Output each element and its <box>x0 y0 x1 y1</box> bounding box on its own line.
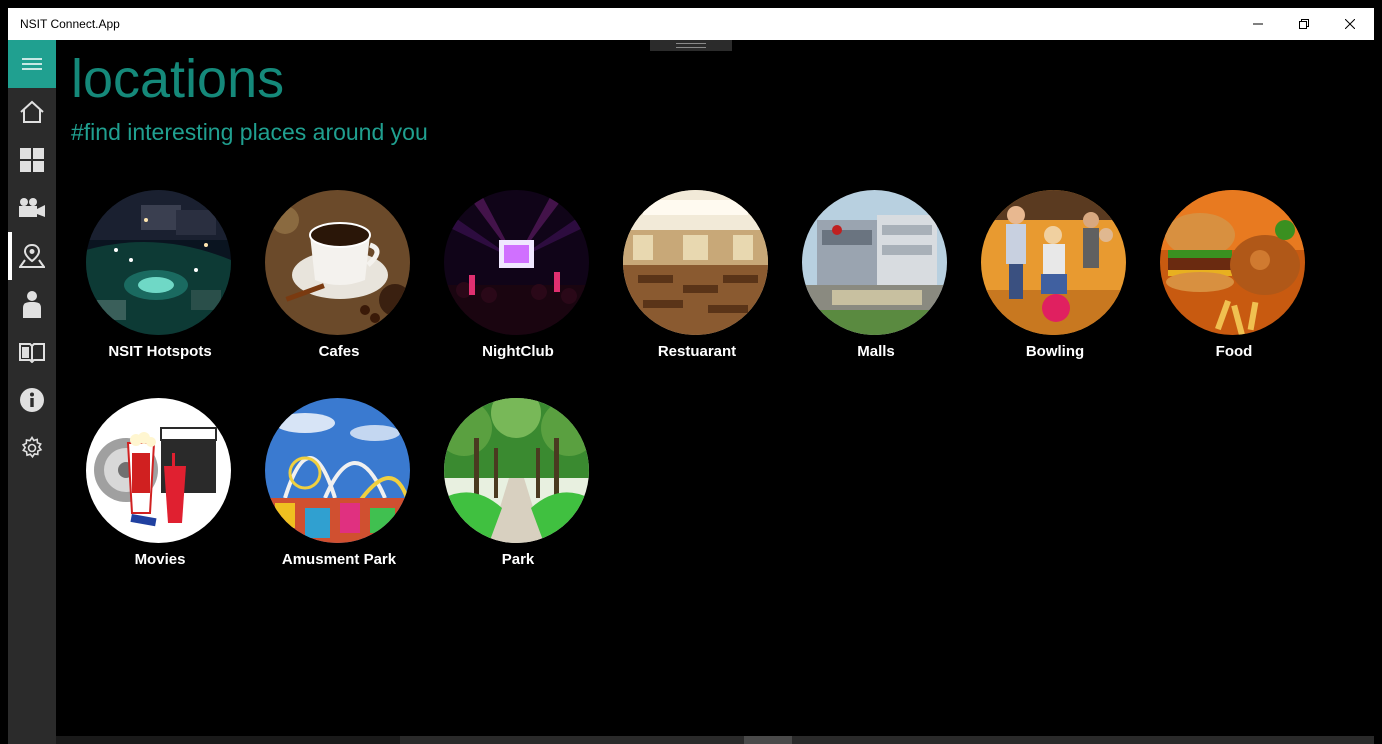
food-image <box>1160 190 1305 335</box>
person-icon <box>23 291 41 318</box>
location-label: NSIT Hotspots <box>108 343 212 360</box>
location-tile-nsit-hotspots[interactable]: NSIT Hotspots <box>80 190 240 390</box>
book-icon <box>19 343 45 363</box>
scrollbar-track[interactable] <box>400 736 1374 744</box>
location-label: Food <box>1215 343 1253 360</box>
hamburger-menu-button[interactable] <box>8 40 56 88</box>
sidebar-item-home[interactable] <box>8 88 56 136</box>
location-label: Malls <box>857 343 895 360</box>
gear-icon <box>21 436 43 459</box>
minimize-button[interactable] <box>1235 8 1281 40</box>
close-icon <box>1345 19 1355 29</box>
sidebar-item-about[interactable] <box>8 376 56 424</box>
bowling-image <box>981 190 1126 335</box>
amusement-park-image <box>265 398 410 543</box>
video-camera-icon <box>19 198 45 217</box>
malls-image <box>802 190 947 335</box>
scrollbar-thumb[interactable] <box>744 736 792 744</box>
location-tile-bowling[interactable]: Bowling <box>975 190 1135 390</box>
page-subtitle: #find interesting places around you <box>71 119 428 145</box>
info-icon <box>20 388 44 412</box>
sidebar-item-videos[interactable] <box>8 184 56 232</box>
sidebar-item-settings[interactable] <box>8 424 56 472</box>
sidebar-item-dashboard[interactable] <box>8 136 56 184</box>
location-label: Cafes <box>318 343 360 360</box>
location-tile-nightclub[interactable]: NightClub <box>438 190 598 390</box>
grid-icon <box>20 148 44 172</box>
sidebar-item-library[interactable] <box>8 328 56 376</box>
sidebar-item-profile[interactable] <box>8 280 56 328</box>
location-tile-food[interactable]: Food <box>1154 190 1314 390</box>
minimize-icon <box>1253 23 1263 25</box>
location-tile-park[interactable]: Park <box>438 398 598 598</box>
home-icon <box>20 100 44 123</box>
location-tile-amusement-park[interactable]: Amusment Park <box>259 398 419 598</box>
sidebar-item-locations[interactable] <box>8 232 56 280</box>
park-image <box>444 398 589 543</box>
hamburger-icon <box>22 58 42 70</box>
location-tile-movies[interactable]: Movies <box>80 398 240 598</box>
map-pin-icon <box>19 243 45 268</box>
location-label: NightClub <box>482 343 554 360</box>
location-tile-restaurant[interactable]: Restuarant <box>617 190 777 390</box>
location-tile-malls[interactable]: Malls <box>796 190 956 390</box>
cafes-image <box>265 190 410 335</box>
nightclub-image <box>444 190 589 335</box>
nsit-hotspots-image <box>86 190 231 335</box>
drag-handle[interactable] <box>650 40 732 51</box>
restaurant-image <box>623 190 768 335</box>
title-bar: NSIT Connect.App <box>8 8 1374 40</box>
page-title: locations <box>71 49 285 109</box>
window-title: NSIT Connect.App <box>20 17 120 31</box>
location-label: Restuarant <box>657 343 737 360</box>
close-button[interactable] <box>1327 8 1373 40</box>
location-label: Movies <box>134 551 186 568</box>
sidebar <box>8 40 56 744</box>
horizontal-scrollbar[interactable] <box>56 736 1374 744</box>
location-tile-cafes[interactable]: Cafes <box>259 190 419 390</box>
restore-button[interactable] <box>1281 8 1327 40</box>
restore-icon <box>1299 19 1309 29</box>
app-window: NSIT Connect.App locations #find interes… <box>8 8 1374 744</box>
location-label: Park <box>501 551 535 568</box>
movies-image <box>86 398 231 543</box>
location-label: Bowling <box>1025 343 1085 360</box>
location-label: Amusment Park <box>281 551 397 568</box>
